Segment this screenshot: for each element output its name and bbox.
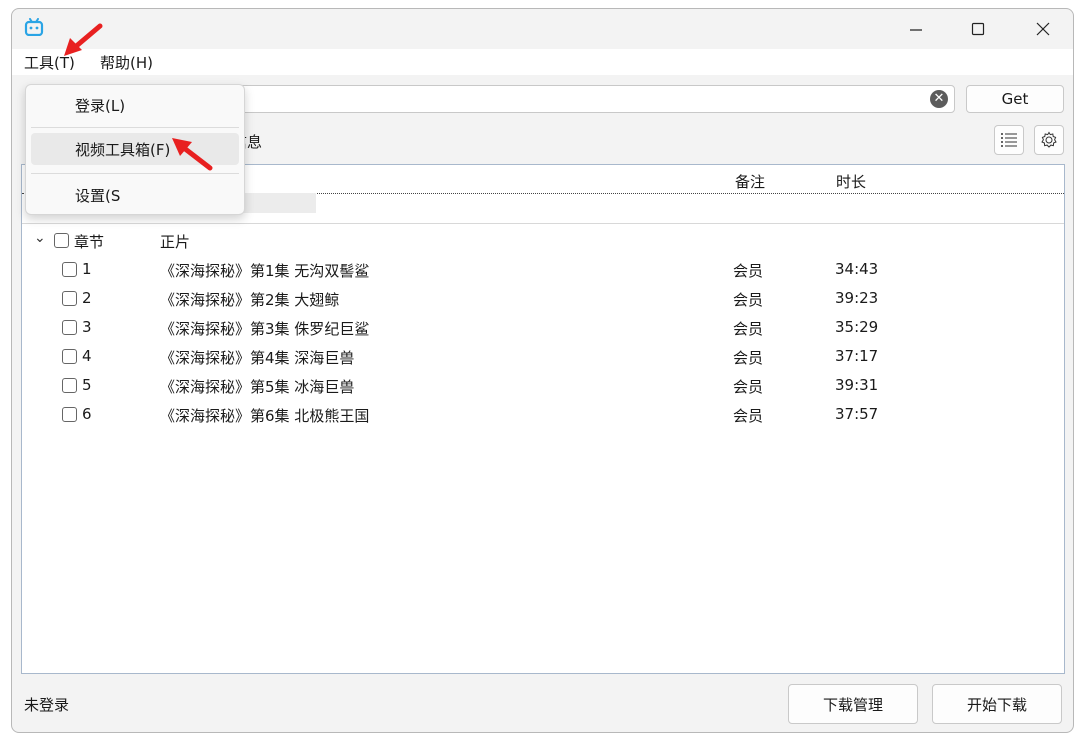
close-icon — [1036, 22, 1050, 36]
menu-help[interactable]: 帮助(H) — [96, 52, 157, 73]
download-manager-button[interactable]: 下载管理 — [788, 684, 918, 724]
group-row-chapter[interactable]: ⌄ 章节 正片 — [22, 226, 1064, 255]
checkbox[interactable] — [62, 320, 77, 335]
row-title: 《深海探秘》第1集 无沟双髻鲨 — [160, 262, 370, 280]
tools-dropdown-menu: 登录(L) 视频工具箱(F) 设置(S — [25, 84, 245, 215]
clear-input-button[interactable]: ✕ — [930, 90, 948, 108]
checkbox[interactable] — [62, 262, 77, 277]
row-note: 会员 — [733, 320, 764, 338]
row-number: 4 — [82, 347, 92, 365]
url-input[interactable]: f ✕ — [192, 85, 955, 113]
row-title: 《深海探秘》第3集 侏罗纪巨鲨 — [160, 320, 370, 338]
video-table: 备注 时长 ⌄ 视频 ⌄ 章节 正片 1 《深海探秘》第1集 无沟双髻鲨 会员 … — [21, 164, 1065, 674]
menu-item-login[interactable]: 登录(L) — [31, 89, 239, 121]
maximize-button[interactable] — [950, 9, 1006, 49]
row-title: 《深海探秘》第4集 深海巨兽 — [160, 349, 355, 367]
header-duration[interactable]: 时长 — [836, 171, 866, 192]
menu-tools[interactable]: 工具(T) — [20, 52, 79, 73]
row-number: 6 — [82, 405, 92, 423]
row-duration: 37:57 — [835, 405, 879, 423]
table-row[interactable]: 5 《深海探秘》第5集 冰海巨兽 会员 39:31 — [22, 371, 1064, 400]
group-label: 章节 — [74, 233, 105, 251]
row-number: 1 — [82, 260, 92, 278]
menu-item-video-toolbox-label: 视频工具箱(F) — [75, 141, 171, 159]
checkbox[interactable] — [62, 349, 77, 364]
row-title: 《深海探秘》第5集 冰海巨兽 — [160, 378, 355, 396]
row-number: 3 — [82, 318, 92, 336]
checkbox[interactable] — [62, 407, 77, 422]
table-row[interactable]: 2 《深海探秘》第2集 大翅鲸 会员 39:23 — [22, 284, 1064, 313]
row-number: 5 — [82, 376, 92, 394]
table-row[interactable]: 6 《深海探秘》第6集 北极熊王国 会员 37:57 — [22, 400, 1064, 429]
maximize-icon — [971, 22, 985, 36]
row-note: 会员 — [733, 291, 764, 309]
minimize-icon — [910, 29, 922, 31]
row-note: 会员 — [733, 349, 764, 367]
menu-separator — [31, 173, 239, 174]
checkbox[interactable] — [62, 378, 77, 393]
list-view-button[interactable] — [994, 125, 1024, 155]
table-row[interactable]: 4 《深海探秘》第4集 深海巨兽 会员 37:17 — [22, 342, 1064, 371]
row-note: 会员 — [733, 262, 764, 280]
menu-separator — [31, 127, 239, 128]
group-title: 正片 — [160, 233, 191, 251]
close-button[interactable] — [1015, 9, 1071, 49]
menu-bar: 工具(T) 帮助(H) — [12, 49, 1073, 75]
group-divider — [22, 223, 1064, 224]
tv-app-icon — [24, 18, 44, 40]
menu-item-settings-label: 设置(S — [75, 187, 121, 205]
row-duration: 35:29 — [835, 318, 879, 336]
row-duration: 39:31 — [835, 376, 879, 394]
row-note: 会员 — [733, 407, 764, 425]
row-title: 《深海探秘》第2集 大翅鲸 — [160, 291, 340, 309]
row-title: 《深海探秘》第6集 北极熊王国 — [160, 407, 370, 425]
menu-item-login-label: 登录(L) — [75, 97, 126, 115]
app-window: 工具(T) 帮助(H) f ✕ Get 信息 备注 时长 ⌄ 视频 — [11, 8, 1074, 733]
login-status: 未登录 — [24, 696, 70, 714]
menu-item-video-toolbox[interactable]: 视频工具箱(F) — [31, 133, 239, 165]
row-note: 会员 — [733, 378, 764, 396]
start-download-button[interactable]: 开始下载 — [932, 684, 1062, 724]
chevron-down-icon[interactable]: ⌄ — [34, 230, 46, 246]
gear-icon — [1041, 131, 1057, 148]
settings-button[interactable] — [1034, 125, 1064, 155]
get-button[interactable]: Get — [966, 85, 1064, 113]
row-duration: 37:17 — [835, 347, 879, 365]
minimize-button[interactable] — [888, 9, 944, 49]
row-duration: 39:23 — [835, 289, 879, 307]
table-row[interactable]: 1 《深海探秘》第1集 无沟双髻鲨 会员 34:43 — [22, 255, 1064, 284]
menu-item-settings[interactable]: 设置(S — [31, 179, 239, 211]
checkbox[interactable] — [54, 233, 69, 248]
list-icon — [1001, 133, 1017, 147]
row-number: 2 — [82, 289, 92, 307]
header-note[interactable]: 备注 — [735, 171, 765, 192]
checkbox[interactable] — [62, 291, 77, 306]
row-duration: 34:43 — [835, 260, 879, 278]
table-row[interactable]: 3 《深海探秘》第3集 侏罗纪巨鲨 会员 35:29 — [22, 313, 1064, 342]
title-bar — [12, 9, 1073, 49]
